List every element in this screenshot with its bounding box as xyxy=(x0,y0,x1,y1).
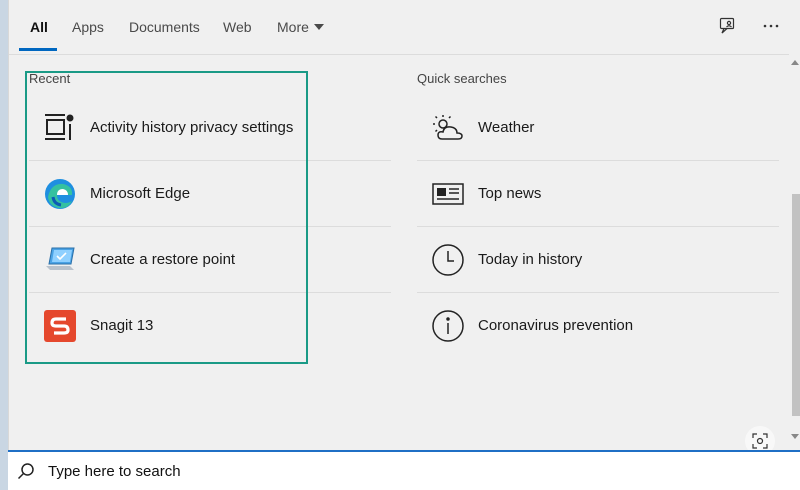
taskbar-search-box[interactable] xyxy=(8,450,800,490)
tab-documents[interactable]: Documents xyxy=(129,19,200,35)
recent-item-restore-point[interactable]: Create a restore point xyxy=(29,227,391,293)
quick-item-weather[interactable]: Weather xyxy=(417,95,779,161)
recent-item-snagit[interactable]: Snagit 13 xyxy=(29,293,391,358)
chevron-down-icon xyxy=(313,24,324,31)
quick-item-top-news[interactable]: Top news xyxy=(417,161,779,227)
restore-point-icon xyxy=(43,243,77,277)
tab-web[interactable]: Web xyxy=(223,19,252,35)
recent-item-label: Microsoft Edge xyxy=(90,185,191,202)
search-panel: All Apps Documents Web More Recent Activ… xyxy=(8,0,800,456)
tab-apps[interactable]: Apps xyxy=(72,19,104,35)
desktop-edge xyxy=(0,0,8,490)
quick-item-label: Coronavirus prevention xyxy=(478,317,634,334)
edge-icon xyxy=(43,177,77,211)
scroll-down-arrow-icon[interactable] xyxy=(791,434,799,439)
recent-item-label: Create a restore point xyxy=(90,251,236,268)
search-icon xyxy=(16,461,36,481)
tab-all[interactable]: All xyxy=(30,19,48,35)
scroll-thumb[interactable] xyxy=(792,194,800,416)
activity-history-icon xyxy=(43,111,77,145)
tab-bar: All Apps Documents Web More xyxy=(9,0,800,55)
recent-item-activity-history[interactable]: Activity history privacy settings xyxy=(29,95,391,161)
active-tab-indicator xyxy=(19,48,57,51)
tab-more-label: More xyxy=(277,19,309,35)
info-icon xyxy=(431,309,465,343)
recent-item-edge[interactable]: Microsoft Edge xyxy=(29,161,391,227)
quick-item-today-in-history[interactable]: Today in history xyxy=(417,227,779,293)
feedback-icon[interactable] xyxy=(716,14,740,38)
quick-item-label: Today in history xyxy=(478,251,583,268)
recent-heading: Recent xyxy=(29,71,71,86)
clock-icon xyxy=(431,243,465,277)
more-options-icon[interactable] xyxy=(759,14,783,38)
news-icon xyxy=(431,177,465,211)
recent-list: Activity history privacy settings Micros… xyxy=(29,95,391,358)
snagit-icon xyxy=(43,309,77,343)
weather-icon xyxy=(431,111,465,145)
quick-item-coronavirus-prevention[interactable]: Coronavirus prevention xyxy=(417,293,779,358)
quick-searches-list: Weather Top news Today in history Corona… xyxy=(417,95,779,358)
scrollbar[interactable] xyxy=(789,54,800,450)
scroll-up-arrow-icon[interactable] xyxy=(791,60,799,65)
capture-icon xyxy=(752,433,768,449)
tab-more[interactable]: More xyxy=(277,19,324,35)
quick-item-label: Weather xyxy=(478,119,535,136)
quick-searches-heading: Quick searches xyxy=(417,71,507,86)
quick-item-label: Top news xyxy=(478,185,542,202)
recent-item-label: Activity history privacy settings xyxy=(90,119,294,136)
search-input[interactable] xyxy=(46,461,650,481)
recent-item-label: Snagit 13 xyxy=(90,317,154,334)
